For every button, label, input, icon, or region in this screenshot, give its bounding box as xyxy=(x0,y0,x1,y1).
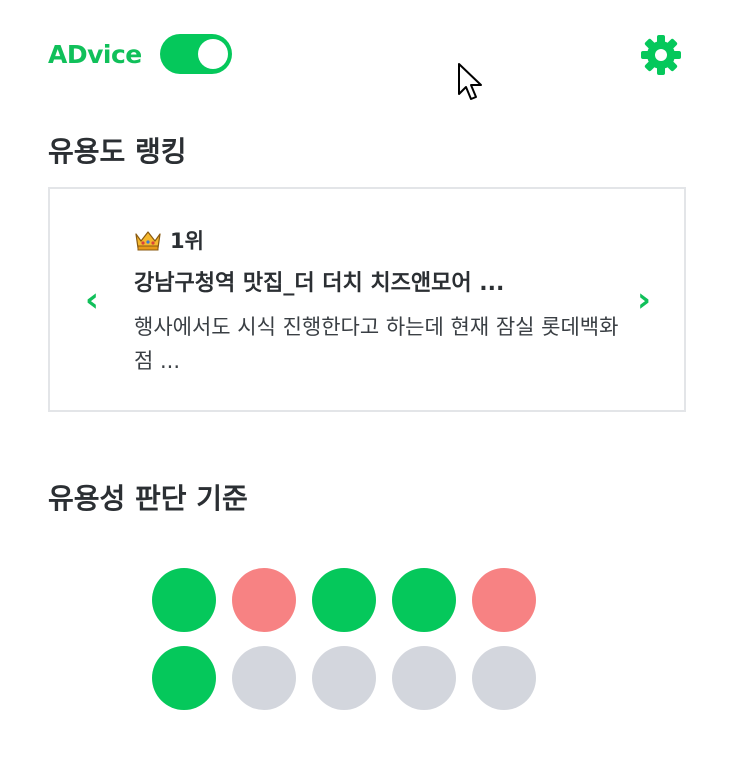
criteria-dot-empty xyxy=(392,646,456,710)
ranked-item-title[interactable]: 강남구청역 맛집_더 더치 치즈앤모어 ... xyxy=(134,265,604,297)
chevron-right-icon[interactable]: › xyxy=(632,283,656,317)
rank-label: 1위 xyxy=(170,229,204,253)
criteria-dot-useful xyxy=(312,568,376,632)
criteria-dot-useful xyxy=(152,646,216,710)
criteria-dot-empty xyxy=(312,646,376,710)
ranking-card[interactable]: ‹ 1위 강남구청역 맛집_더 더치 치즈앤모어 ... 행사에서도 시식 진행… xyxy=(48,187,686,412)
ranked-item-description: 행사에서도 시식 진행한다고 하는데 현재 잠실 롯데백화점 ... xyxy=(134,315,619,373)
brand-name: ADvice xyxy=(48,40,142,69)
header: ADvice xyxy=(48,34,688,78)
criteria-dot-empty xyxy=(472,646,536,710)
toggle-knob xyxy=(198,39,228,69)
gear-icon[interactable] xyxy=(640,34,682,76)
criteria-dot-not-useful xyxy=(472,568,536,632)
criteria-dot-useful xyxy=(392,568,456,632)
criteria-dot-useful xyxy=(152,568,216,632)
crown-icon xyxy=(135,231,161,251)
mouse-cursor-icon xyxy=(458,63,482,100)
criteria-dot-empty xyxy=(232,646,296,710)
rank-badge: 1위 xyxy=(134,227,204,253)
enable-toggle[interactable] xyxy=(160,34,232,74)
criteria-dots xyxy=(152,568,552,710)
chevron-left-icon[interactable]: ‹ xyxy=(80,283,104,317)
criteria-title: 유용성 판단 기준 xyxy=(48,482,248,515)
ranking-title: 유용도 랭킹 xyxy=(48,135,187,168)
criteria-dot-not-useful xyxy=(232,568,296,632)
